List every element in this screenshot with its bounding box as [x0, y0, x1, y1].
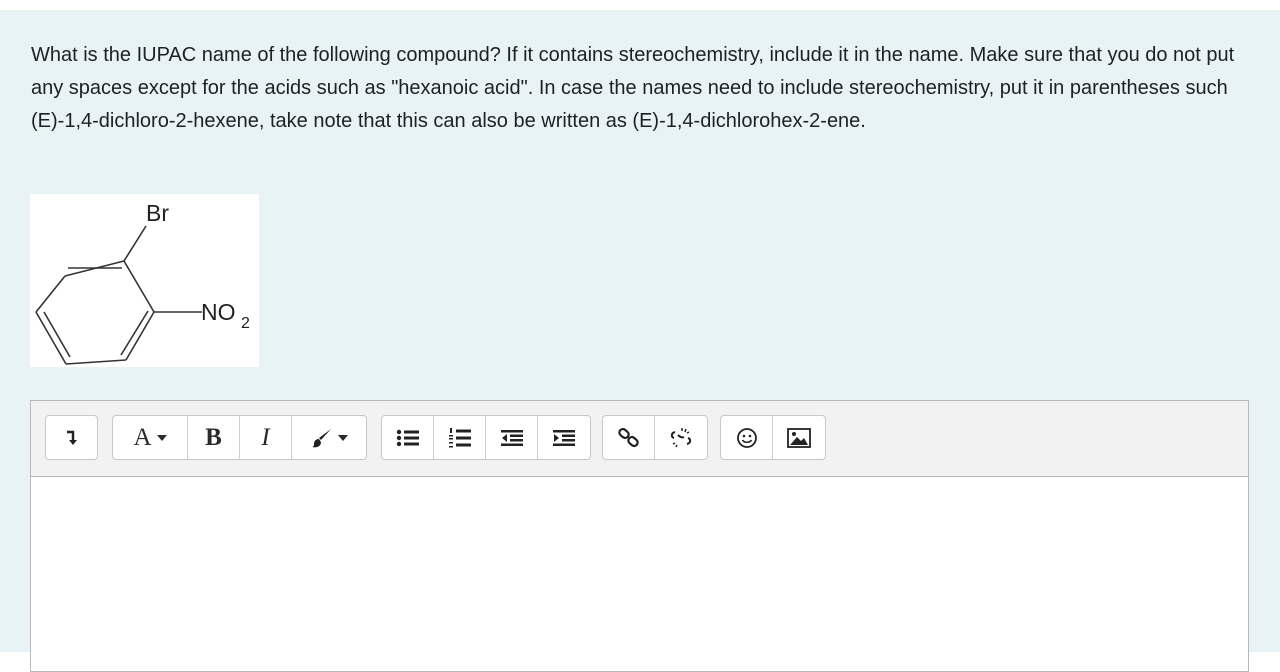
- answer-editor: A B I: [30, 400, 1249, 672]
- chevron-down-icon: [337, 434, 348, 441]
- bromo-label: Br: [146, 200, 169, 226]
- outdent-button[interactable]: [486, 416, 538, 459]
- bold-icon: B: [205, 423, 222, 451]
- ordered-list-button[interactable]: [434, 416, 486, 459]
- nitro-label: NO: [201, 299, 236, 325]
- indent-button[interactable]: [538, 416, 590, 459]
- font-style-icon: A: [133, 423, 152, 451]
- answer-input-area[interactable]: [31, 477, 1248, 657]
- unordered-list-button[interactable]: [382, 416, 434, 459]
- benzene-ring: [35, 225, 202, 365]
- font-style-button[interactable]: A: [113, 416, 188, 459]
- italic-icon: I: [261, 423, 270, 451]
- bold-button[interactable]: B: [188, 416, 240, 459]
- link-button[interactable]: [603, 416, 655, 459]
- collapse-button[interactable]: [46, 416, 97, 459]
- toolbar-group-links: [602, 415, 708, 460]
- toolbar-group-collapse: [45, 415, 98, 460]
- question-panel: What is the IUPAC name of the following …: [0, 10, 1280, 672]
- toolbar-group-style: A B I: [112, 415, 367, 460]
- indent-icon: [552, 429, 576, 447]
- compound-structure-image: Br NO 2: [30, 194, 259, 367]
- toolbar-group-media: [720, 415, 826, 460]
- text-color-button[interactable]: [292, 416, 366, 459]
- collapse-arrow-icon: [64, 429, 80, 447]
- nitro-subscript: 2: [241, 315, 250, 332]
- unlink-button[interactable]: [655, 416, 707, 459]
- toolbar-group-lists: [381, 415, 591, 460]
- emoji-icon: [736, 427, 758, 449]
- ordered-list-icon: [448, 427, 472, 449]
- paintbrush-icon: [311, 427, 333, 449]
- image-icon: [787, 427, 811, 448]
- link-icon: [617, 427, 641, 449]
- unordered-list-icon: [396, 428, 420, 448]
- emoji-button[interactable]: [721, 416, 773, 459]
- image-button[interactable]: [773, 416, 825, 459]
- unlink-icon: [669, 426, 693, 450]
- question-text: What is the IUPAC name of the following …: [31, 44, 1235, 132]
- chevron-down-icon: [156, 434, 167, 441]
- editor-toolbar: A B I: [31, 401, 1248, 477]
- outdent-icon: [500, 429, 524, 447]
- italic-button[interactable]: I: [240, 416, 292, 459]
